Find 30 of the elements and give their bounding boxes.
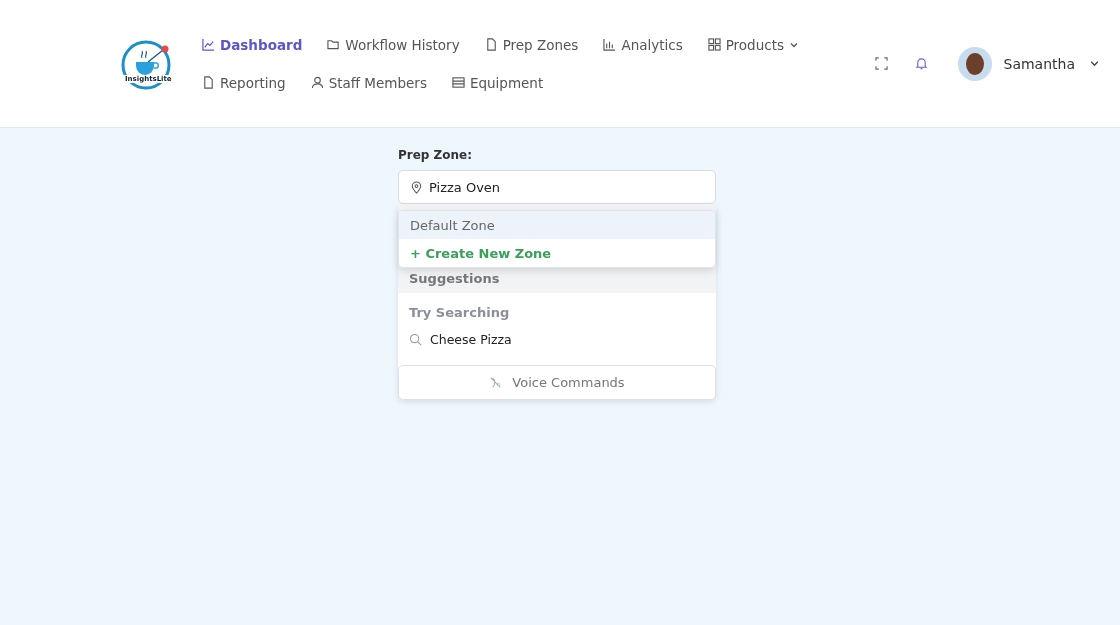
location-pin-icon xyxy=(410,180,423,194)
field-label: Prep Zone: xyxy=(398,148,474,162)
line-chart-icon xyxy=(202,38,215,51)
nav-link[interactable]: Products xyxy=(707,35,799,54)
user-icon xyxy=(310,76,324,89)
grid-icon xyxy=(707,38,721,51)
nav-link[interactable]: Staff Members xyxy=(310,73,427,92)
voice-commands-button[interactable]: Voice Commands xyxy=(398,365,716,400)
nav-link[interactable]: Reporting xyxy=(202,73,286,92)
prep-zone-select[interactable]: Pizza Oven xyxy=(398,170,716,204)
folder-icon xyxy=(327,38,341,51)
bar-chart-icon xyxy=(603,38,617,51)
avatar[interactable] xyxy=(957,46,992,81)
list-icon xyxy=(451,76,465,89)
user-menu-button[interactable]: Samantha xyxy=(1003,55,1100,72)
search-icon xyxy=(409,333,422,346)
document-icon xyxy=(202,76,215,89)
document-icon xyxy=(484,38,498,51)
suggestion-item[interactable]: Cheese Pizza xyxy=(398,328,716,365)
nav-link[interactable]: Equipment xyxy=(451,73,544,92)
nav-link[interactable]: Analytics xyxy=(603,35,683,54)
notification-bell-icon[interactable] xyxy=(914,57,928,70)
nav-link[interactable]: Workflow History xyxy=(327,35,460,54)
suggestions-title: Suggestions xyxy=(409,271,500,286)
microphone-off-icon xyxy=(489,376,503,389)
suggestions-subtitle: Try Searching xyxy=(408,304,511,322)
fullscreen-icon[interactable] xyxy=(874,57,888,70)
nav-link[interactable]: Dashboard xyxy=(202,35,303,54)
nav-link[interactable]: Prep Zones xyxy=(484,35,579,54)
dropdown-option[interactable]: Default Zone xyxy=(399,211,715,239)
